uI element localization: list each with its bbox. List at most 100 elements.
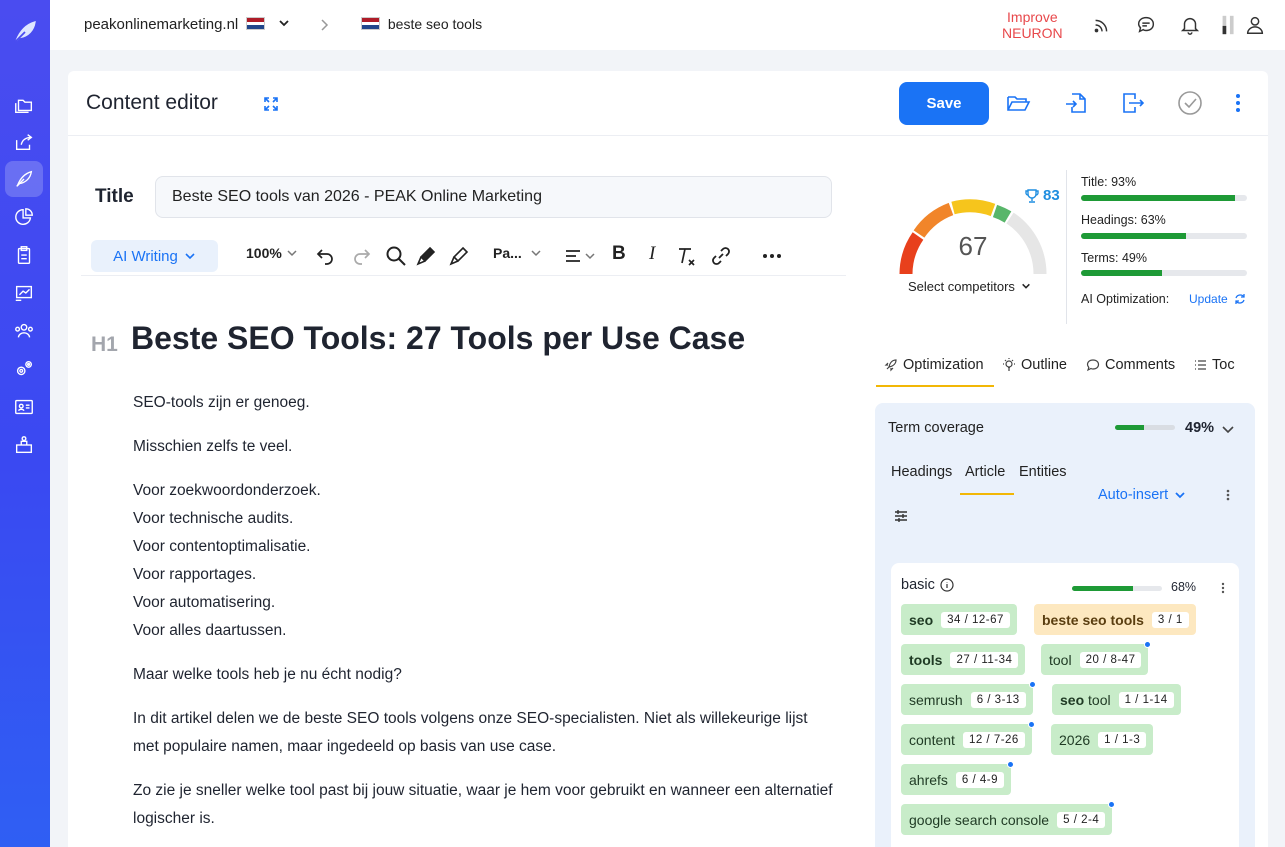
sidebar-item-contacts[interactable] [5,389,43,425]
term-text: tool [1049,651,1072,668]
subtab-entities[interactable]: Entities [1019,464,1067,480]
term-chip[interactable]: tool 20 / 8-47 [1041,641,1152,675]
chevron-down-icon[interactable] [583,245,597,267]
active-tab-indicator [876,385,994,387]
h1-tag: H1 [91,333,118,356]
term-text-bold: seo [1060,691,1085,708]
title-input[interactable] [155,176,832,218]
sidebar-item-analytics[interactable] [5,275,43,311]
term-count: 1 / 1-14 [1118,691,1174,708]
chevron-down-icon [278,20,289,27]
marker-icon[interactable] [448,245,470,267]
pie-chart-icon [15,208,33,225]
paragraph: Misschien zelfs te veel. [133,438,293,455]
select-competitors-button[interactable]: Select competitors [908,279,1031,294]
align-left-icon[interactable] [563,245,585,267]
term-count: 27 / 11-34 [950,651,1019,668]
term-chip[interactable]: google search console 5 / 2-4 [901,801,1116,835]
article-heading[interactable]: Beste SEO Tools: 27 Tools per Use Case [131,320,745,357]
editor-header: Content editor Save [68,71,1268,136]
headings-progress-bar [1081,233,1247,239]
update-button[interactable]: Update [1189,292,1246,306]
tab-optimization[interactable]: Optimization [884,357,984,373]
open-folder-icon[interactable] [1005,90,1031,116]
title-metric: Title: 93% [1081,175,1137,189]
improve-neuron-link[interactable]: Improve NEURON [1002,9,1063,41]
basic-progress-bar [1072,586,1162,591]
term-chip[interactable]: content 12 / 7-26 [901,721,1035,755]
check-circle-icon[interactable] [1177,90,1203,116]
suggestion-dot [1108,801,1116,808]
ai-writing-button[interactable]: AI Writing [91,240,218,272]
filter-sliders-icon[interactable] [893,508,909,524]
term-coverage-pct: 49% [1185,420,1215,436]
tab-outline[interactable]: Outline [1002,357,1067,373]
term-text: content [909,731,955,748]
import-icon[interactable] [1063,90,1089,116]
bold-icon[interactable]: B [612,243,626,265]
expand-icon[interactable] [263,96,279,112]
term-chip[interactable]: semrush 6 / 3-13 [901,681,1036,715]
term-text: seo [909,611,934,628]
sidebar-item-settings[interactable] [5,351,43,387]
save-button[interactable]: Save [899,82,989,125]
term-text: 2026 [1059,731,1091,748]
subtab-headings[interactable]: Headings [891,464,952,480]
clear-format-icon[interactable] [675,245,697,267]
target-score: 83 [1024,187,1060,204]
user-icon[interactable] [1244,14,1266,36]
breadcrumb-query[interactable]: beste seo tools [361,16,482,32]
feather-logo-icon[interactable] [12,19,38,45]
term-count: 6 / 3-13 [970,691,1026,708]
domain-selector[interactable]: peakonlinemarketing.nl [84,16,290,33]
term-count: 3 / 1 [1151,611,1189,628]
term-text: google search console [909,811,1050,828]
link-icon[interactable] [710,245,732,267]
term-chip[interactable]: seo tool 1 / 1-14 [1052,684,1181,715]
list-icon [1195,360,1206,370]
term-chip[interactable]: beste seo tools 3 / 1 [1034,604,1196,635]
bell-icon[interactable] [1179,14,1201,36]
term-chip[interactable]: 2026 1 / 1-3 [1051,724,1154,755]
sidebar-item-reports[interactable] [5,199,43,235]
chevron-down-icon[interactable] [1221,422,1235,436]
sidebar-item-integrations[interactable] [5,427,43,463]
sidebar-item-team[interactable] [5,313,43,349]
undo-icon[interactable] [314,245,336,267]
term-chip[interactable]: tools 27 / 11-34 [901,644,1026,675]
zoom-select[interactable]: 100% [246,245,298,261]
select-competitors-label: Select competitors [908,279,1015,294]
rss-icon[interactable] [1091,14,1113,36]
highlighter-icon[interactable] [415,245,437,267]
basic-label: basic [901,577,935,593]
paragraph: Zo zie je sneller welke tool past bij jo… [133,782,833,827]
more-vertical-icon[interactable] [1219,581,1227,595]
paragraph-style-select[interactable]: Pa... [493,245,542,261]
content-score-value: 67 [958,231,988,261]
chat-icon[interactable] [1135,14,1157,36]
term-chip[interactable]: ahrefs 6 / 4-9 [901,761,1015,795]
term-chip[interactable]: seo 34 / 12-67 [901,604,1017,635]
search-icon[interactable] [385,245,407,267]
redo-icon[interactable] [351,245,373,267]
sidebar-item-share[interactable] [5,124,43,160]
tab-comments[interactable]: Comments [1086,357,1175,373]
auto-insert-dropdown[interactable]: Auto-insert [1098,487,1186,503]
sidebar-item-content-editor[interactable] [5,161,43,197]
usage-meter-icon[interactable] [1218,14,1240,36]
tab-toc[interactable]: Toc [1193,357,1235,373]
subtab-article[interactable]: Article [965,464,1005,480]
netherlands-flag-icon [361,17,380,30]
panel-tabs: Optimization Outline Comments Toc [876,347,1256,389]
topbar: peakonlinemarketing.nl beste seo tools I… [50,0,1285,50]
export-icon[interactable] [1119,90,1145,116]
more-vertical-icon[interactable] [1225,90,1251,116]
italic-icon[interactable]: I [649,243,655,265]
info-icon[interactable] [940,578,954,592]
sidebar-item-tasks[interactable] [5,237,43,273]
more-horizontal-icon[interactable] [761,245,783,267]
more-vertical-icon[interactable] [1223,487,1233,503]
article-body[interactable]: SEO-tools zijn er genoeg. Misschien zelf… [133,389,833,847]
basic-terms-section: basic 68% seo 34 / 12-67 beste seo tools… [891,563,1239,847]
sidebar-item-projects[interactable] [5,86,43,122]
